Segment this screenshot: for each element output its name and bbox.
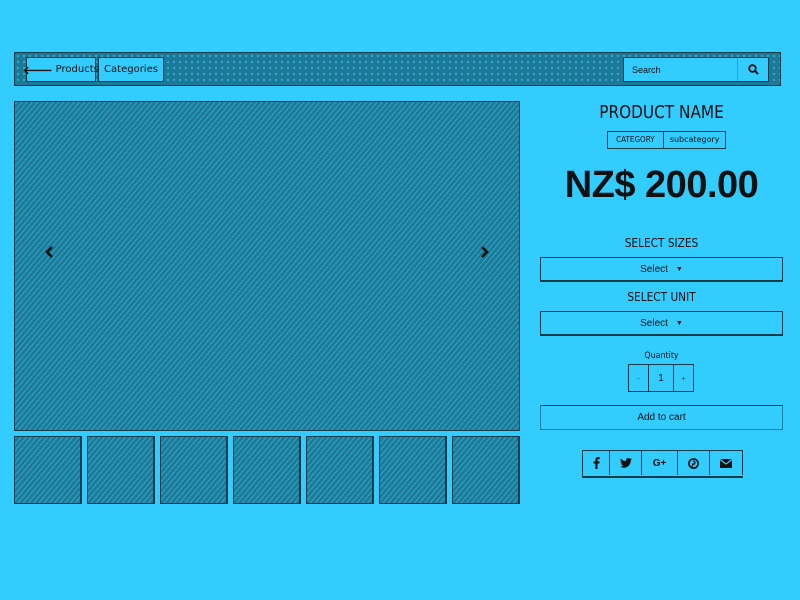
add-to-cart-button[interactable]: Add to cart	[540, 405, 783, 430]
subcategory-tag[interactable]: subcategory	[662, 132, 726, 148]
google-plus-icon: G+	[652, 457, 667, 469]
envelope-icon	[720, 458, 732, 468]
product-name: PRODUCT NAME	[599, 102, 724, 123]
sizes-select-value: Select	[640, 263, 668, 275]
product-price: NZ$ 200.00	[564, 164, 759, 206]
carousel-prev-button[interactable]	[40, 242, 60, 262]
search-icon	[747, 64, 759, 75]
unit-select-value: Select	[640, 317, 668, 329]
products-button[interactable]: 🡐 Products	[23, 57, 99, 82]
category-tags: CATEGORY subcategory	[607, 131, 727, 149]
share-buttons: G+	[582, 450, 743, 478]
share-email-button[interactable]	[710, 451, 743, 475]
carousel-next-button[interactable]	[474, 242, 494, 262]
thumbnail-strip	[14, 436, 520, 504]
quantity-input[interactable]	[648, 371, 674, 385]
thumbnail[interactable]	[306, 436, 374, 504]
thumbnail[interactable]	[14, 436, 82, 504]
chevron-right-icon	[481, 246, 489, 258]
search-bar	[623, 57, 769, 82]
arrow-left-icon: 🡐	[23, 63, 53, 77]
caret-down-icon: ▼	[675, 319, 683, 327]
search-input[interactable]	[624, 58, 737, 81]
categories-button[interactable]: Categories	[98, 57, 164, 82]
share-twitter-button[interactable]	[610, 451, 642, 475]
chevron-left-icon	[45, 246, 53, 258]
categories-label: Categories	[104, 64, 158, 75]
share-google-plus-button[interactable]: G+	[642, 451, 678, 475]
unit-select[interactable]: Select ▼	[540, 311, 783, 336]
share-pinterest-button[interactable]	[678, 451, 710, 475]
top-navbar: 🡐 Products Categories	[14, 52, 781, 86]
product-image-carousel	[14, 101, 520, 431]
share-facebook-button[interactable]	[583, 451, 610, 475]
quantity-stepper: - +	[628, 364, 694, 392]
search-button[interactable]	[737, 58, 768, 81]
thumbnail[interactable]	[233, 436, 301, 504]
pinterest-icon	[688, 457, 699, 469]
quantity-increase-button[interactable]: +	[674, 365, 693, 391]
sizes-label: SELECT SIZES	[624, 236, 699, 250]
products-label: Products	[55, 64, 99, 75]
quantity-decrease-button[interactable]: -	[629, 365, 648, 391]
caret-down-icon: ▼	[675, 265, 683, 273]
category-tag[interactable]: CATEGORY	[611, 132, 660, 148]
thumbnail[interactable]	[379, 436, 447, 504]
thumbnail[interactable]	[87, 436, 155, 504]
thumbnail[interactable]	[452, 436, 520, 504]
facebook-icon	[593, 457, 600, 469]
sizes-select[interactable]: Select ▼	[540, 257, 783, 282]
thumbnail[interactable]	[160, 436, 228, 504]
quantity-label: Quantity	[644, 351, 679, 361]
twitter-icon	[619, 458, 632, 468]
unit-label: SELECT UNIT	[627, 290, 696, 304]
